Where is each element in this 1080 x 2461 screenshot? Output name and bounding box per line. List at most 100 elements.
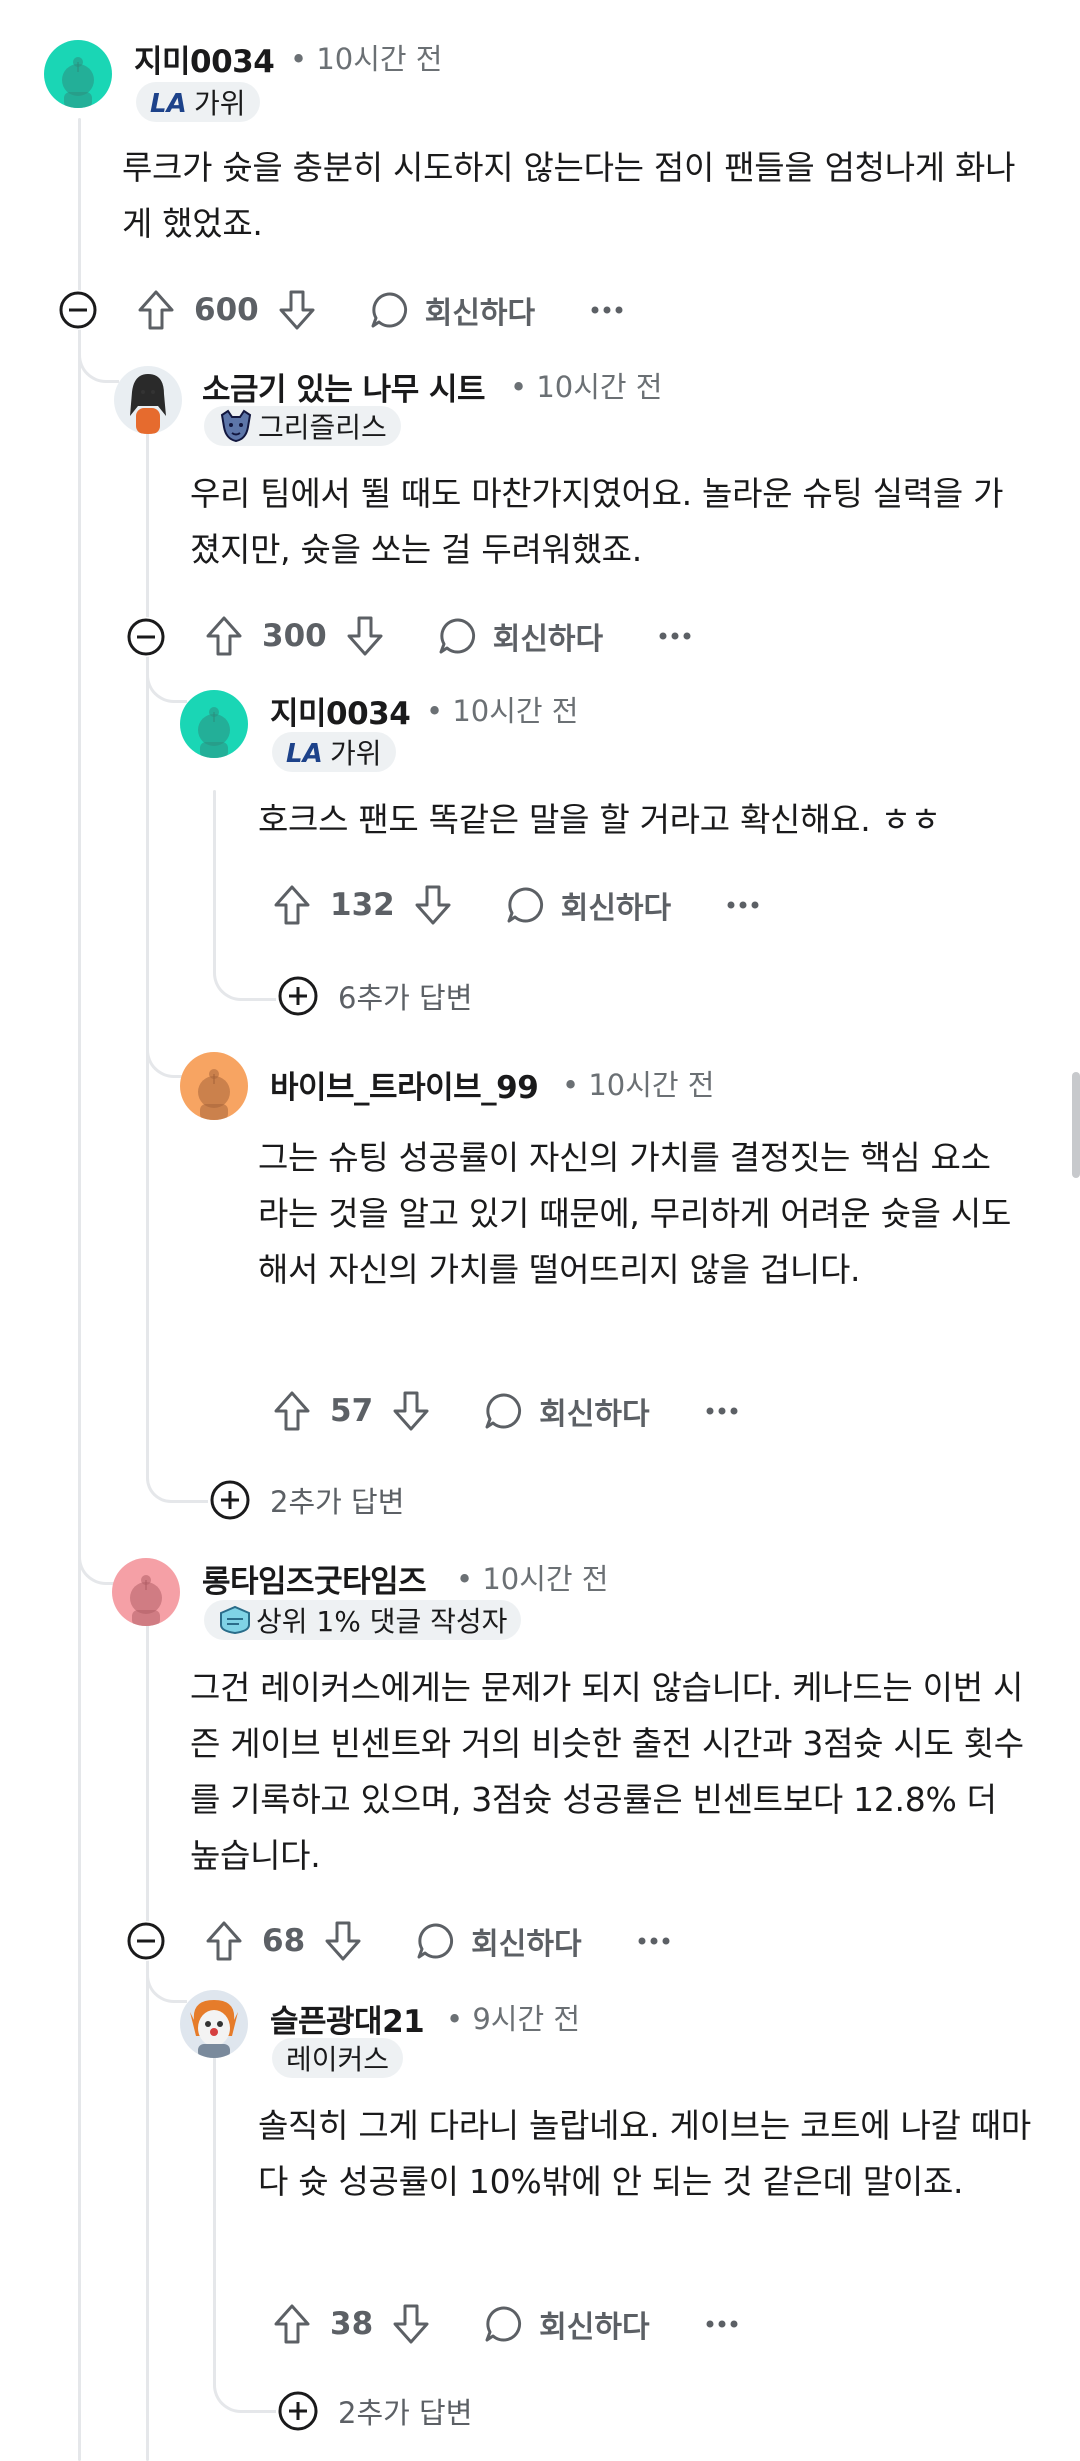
- reply-label: 회신하다: [492, 622, 604, 657]
- more-replies-label: 2추가 답변: [338, 2396, 473, 2430]
- downvote-icon[interactable]: [385, 1385, 437, 1437]
- comment-body: 루크가 슛을 충분히 시도하지 않는다는 점이 팬들을 엄청나게 화나게 했었죠…: [122, 148, 1016, 243]
- flair-label: 레이커스: [286, 2043, 390, 2076]
- plus-circle-icon: [210, 1480, 250, 1520]
- comment-actions: 68 회신하다: [198, 1913, 670, 1969]
- thread-line: [146, 428, 149, 1480]
- user-flair: LA 가위: [136, 82, 260, 122]
- username[interactable]: 지미0034: [270, 688, 411, 733]
- username[interactable]: 슬픈광대21: [270, 1996, 425, 2041]
- upvote-icon[interactable]: [130, 284, 182, 336]
- timestamp: • 10시간 전: [562, 1068, 715, 1102]
- flair-label: 가위: [194, 87, 246, 120]
- speech-bubble-icon: [485, 2306, 522, 2342]
- more-options-icon[interactable]: [659, 631, 691, 641]
- avatar[interactable]: [180, 690, 248, 758]
- more-replies-label: 2추가 답변: [270, 1485, 405, 1519]
- top-commenter-badge-icon: [218, 1605, 252, 1635]
- comment-actions: 600 회신하다: [130, 282, 623, 338]
- comment-body: 그는 슈팅 성공률이 자신의 가치를 결정짓는 핵심 요소라는 것을 알고 있기…: [258, 1138, 1012, 1289]
- username[interactable]: 소금기 있는 나무 시트: [202, 364, 486, 409]
- collapse-button[interactable]: [126, 1921, 166, 1961]
- user-flair: LA 가위: [272, 732, 396, 772]
- thread-connector: [146, 1960, 187, 2003]
- more-options-icon[interactable]: [638, 1936, 670, 1946]
- reply-label: 회신하다: [424, 296, 536, 331]
- more-options-icon[interactable]: [591, 305, 623, 315]
- downvote-icon[interactable]: [339, 610, 391, 662]
- comment-body: 그건 레이커스에게는 문제가 되지 않습니다. 케나드는 이번 시즌 게이브 빈…: [190, 1668, 1024, 1875]
- grizzlies-logo-icon: [218, 409, 254, 443]
- avatar[interactable]: [180, 1990, 248, 2058]
- speech-bubble-icon: [417, 1923, 454, 1959]
- thread-connector: [78, 340, 119, 383]
- more-replies-button[interactable]: 6추가 답변: [276, 974, 479, 1018]
- timestamp: • 10시간 전: [426, 694, 579, 728]
- reply-label: 회신하다: [471, 1927, 582, 1962]
- username[interactable]: 지미0034: [134, 36, 275, 81]
- more-options-icon[interactable]: [727, 900, 759, 910]
- more-replies-button[interactable]: 2추가 답변: [208, 1478, 411, 1522]
- vote-score: 68: [262, 1923, 306, 1959]
- vote-score: 600: [194, 292, 259, 328]
- thread-line: [213, 2055, 216, 2330]
- reply-button[interactable]: 회신하다: [369, 288, 535, 332]
- collapse-button[interactable]: [126, 617, 166, 657]
- speech-bubble-icon: [371, 292, 407, 328]
- downvote-icon[interactable]: [317, 1915, 369, 1967]
- more-replies-button[interactable]: 2추가 답변: [276, 2389, 479, 2433]
- reply-button[interactable]: 회신하다: [505, 883, 671, 927]
- more-options-icon[interactable]: [706, 1406, 738, 1416]
- reply-label: 회신하다: [539, 1397, 650, 1432]
- downvote-icon[interactable]: [407, 879, 459, 931]
- thread-connector: [146, 1478, 209, 1503]
- avatar[interactable]: [44, 40, 112, 108]
- avatar[interactable]: [180, 1052, 248, 1120]
- collapse-button[interactable]: [58, 290, 98, 330]
- downvote-icon[interactable]: [385, 2298, 437, 2350]
- comment-actions: 300 회신하다: [198, 608, 691, 664]
- reply-label: 회신하다: [539, 2310, 650, 2345]
- flair-label: 그리즐리스: [258, 411, 387, 444]
- comment-body: 솔직히 그게 다라니 놀랍네요. 게이브는 코트에 나갈 때마다 슛 성공률이 …: [258, 2106, 1031, 2201]
- comment-actions: 57 회신하다: [266, 1383, 738, 1439]
- more-replies-label: 6추가 답변: [338, 981, 473, 1015]
- minus-circle-icon: [127, 1922, 165, 1960]
- speech-bubble-icon: [485, 1393, 522, 1429]
- scrollbar[interactable]: [1072, 1072, 1080, 1178]
- thread-line: [146, 1580, 149, 2461]
- upvote-icon[interactable]: [266, 1385, 318, 1437]
- avatar[interactable]: [114, 366, 182, 434]
- flair-label: 가위: [330, 737, 382, 770]
- vote-score: 300: [262, 618, 327, 654]
- timestamp: • 10시간 전: [456, 1562, 609, 1596]
- reply-button[interactable]: 회신하다: [437, 614, 603, 658]
- vote-score: 132: [330, 887, 395, 923]
- reply-button[interactable]: 회신하다: [483, 2302, 650, 2346]
- upvote-icon[interactable]: [266, 879, 318, 931]
- username[interactable]: 롱타임즈굿타임즈: [202, 1556, 427, 1601]
- speech-bubble-icon: [507, 887, 543, 923]
- plus-circle-icon: [278, 976, 318, 1016]
- upvote-icon[interactable]: [266, 2298, 318, 2350]
- reply-button[interactable]: 회신하다: [483, 1389, 650, 1433]
- downvote-icon[interactable]: [271, 284, 323, 336]
- timestamp: • 10시간 전: [510, 370, 663, 404]
- reply-button[interactable]: 회신하다: [415, 1919, 582, 1963]
- upvote-icon[interactable]: [198, 610, 250, 662]
- comment-actions: 132 회신하다: [266, 877, 759, 933]
- user-flair: 레이커스: [272, 2038, 404, 2078]
- more-options-icon[interactable]: [706, 2319, 738, 2329]
- plus-circle-icon: [278, 2391, 318, 2431]
- thread-line: [213, 790, 216, 918]
- reply-label: 회신하다: [560, 891, 672, 926]
- comment-body: 호크스 팬도 똑같은 말을 할 거라고 확신해요. ㅎㅎ: [258, 800, 941, 839]
- speech-bubble-icon: [439, 618, 475, 654]
- thread-connector: [146, 1035, 187, 1078]
- avatar[interactable]: [112, 1558, 180, 1626]
- svg-text:LA: LA: [286, 739, 323, 766]
- username[interactable]: 바이브_트라이브_99: [270, 1062, 539, 1107]
- thread-connector: [146, 660, 187, 703]
- timestamp: • 9시간 전: [446, 2002, 581, 2036]
- upvote-icon[interactable]: [198, 1915, 250, 1967]
